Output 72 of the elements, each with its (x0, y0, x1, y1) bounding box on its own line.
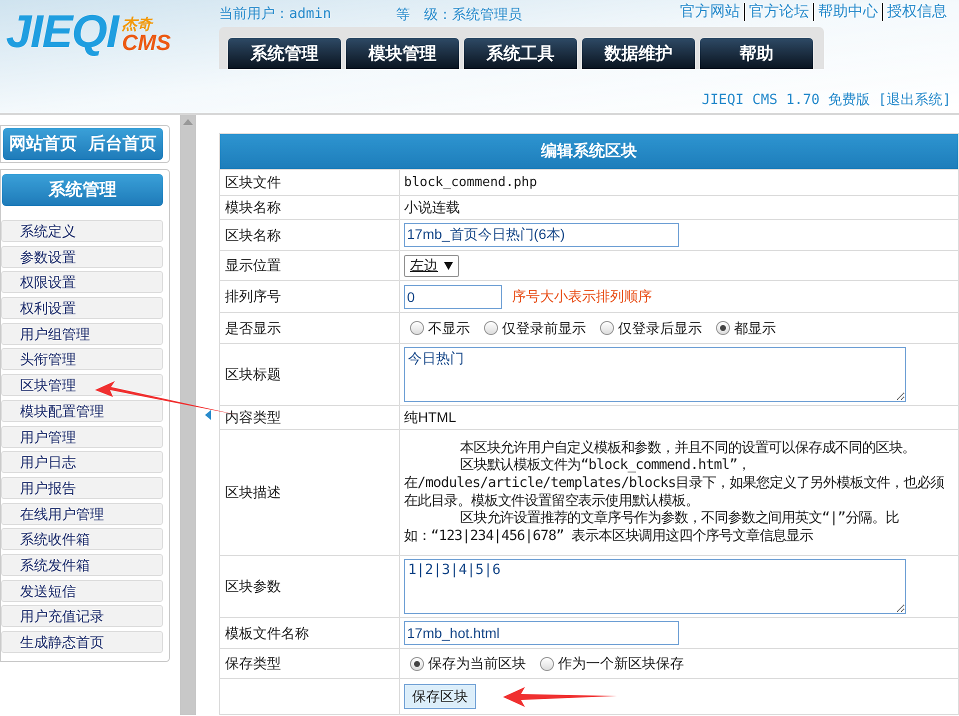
sidebar-item[interactable]: 用户组管理 (1, 322, 163, 345)
radio-button[interactable] (484, 321, 498, 335)
description-text: 区块默认模板文件为“block_commend.html”，在/modules/article/templates/blocks目录下，如果您定义了另外模板文件，也必须在此目录。模板文件设置留空表示使用默认模板。 (404, 457, 945, 510)
form-title: 编辑系统区块 (220, 134, 958, 169)
radio-button[interactable] (410, 321, 424, 335)
field-value: 小说连载 (404, 198, 460, 217)
field-label: 是否显示 (225, 318, 281, 338)
sidebar-item[interactable]: 用户管理 (1, 426, 163, 448)
collapse-icon[interactable] (204, 410, 211, 420)
field-label: 显示位置 (225, 256, 281, 275)
sidebar-item[interactable]: 用户充值记录 (1, 605, 163, 628)
sidebar-item[interactable]: 权利设置 (1, 297, 163, 320)
radio-label: 作为一个新区块保存 (558, 654, 684, 673)
sidebar-item[interactable]: 模块配置管理 (1, 400, 163, 422)
radio-label: 保存为当前区块 (428, 654, 526, 673)
nav-tab[interactable]: 系统工具 (464, 38, 577, 69)
field-label: 内容类型 (225, 408, 281, 427)
nav-tab[interactable]: 系统管理 (228, 38, 341, 69)
field-value: 纯HTML (404, 408, 456, 427)
radio-label: 不显示 (428, 318, 470, 338)
hint-text: 序号大小表示排列顺序 (512, 287, 652, 306)
input-field[interactable]: 17mb_首页今日热门(6本) (404, 223, 679, 247)
radio-label: 仅登录后显示 (618, 318, 702, 338)
radio-button[interactable] (540, 656, 554, 670)
sidebar-item[interactable]: 在线用户管理 (1, 502, 163, 525)
radio-label: 都显示 (734, 318, 776, 338)
field-label: 区块标题 (225, 365, 281, 384)
sidebar-item[interactable]: 发送短信 (1, 580, 163, 602)
nav-tab[interactable]: 数据维护 (582, 38, 695, 69)
input-field[interactable]: 17mb_hot.html (404, 621, 679, 645)
field-label: 模块名称 (225, 198, 281, 217)
nav-tab[interactable]: 帮助 (700, 38, 813, 69)
user-level-text: 等 级：系统管理员 (396, 5, 522, 24)
radio-button[interactable] (716, 321, 730, 335)
logout-link[interactable]: [退出系统] (878, 90, 951, 111)
sidebar-item[interactable]: 用户报告 (1, 476, 163, 499)
sidebar-top-link[interactable]: 网站首页 (8, 131, 77, 157)
radio-label: 仅登录前显示 (502, 318, 586, 338)
text-area[interactable]: 今日热门 (404, 347, 906, 402)
sidebar-top-link[interactable]: 后台首页 (88, 131, 157, 157)
field-label: 区块描述 (225, 483, 281, 502)
current-user-text: 当前用户：admin (219, 5, 332, 24)
sidebar-item[interactable]: 头衔管理 (1, 348, 163, 370)
description-text: 区块允许设置推荐的文章序号作为参数，不同参数之间用英文“|”分隔。比如：“123|234|456|678” 表示本区块调用这四个序号文章信息显示 (404, 510, 900, 546)
field-value: block_commend.php (404, 174, 538, 192)
description-text: 本区块允许用户自定义模板和参数，并且不同的设置可以保存成不同的区块。 (459, 440, 917, 457)
text-area[interactable]: 1|2|3|4|5|6 (404, 559, 906, 614)
sidebar-item[interactable]: 用户日志 (1, 451, 163, 474)
version-text: JIEQI CMS 1.70 免费版 (702, 91, 870, 110)
field-label: 保存类型 (225, 654, 281, 673)
scroll-up-icon[interactable] (182, 119, 193, 125)
caret-icon (444, 262, 453, 270)
sidebar-item[interactable]: 区块管理 (1, 374, 163, 396)
sidebar-section-title: 系统管理 (2, 174, 163, 206)
save-button[interactable]: 保存区块 (404, 684, 476, 709)
field-label: 区块名称 (225, 226, 281, 244)
field-label: 排列序号 (225, 287, 281, 306)
scrollbar[interactable] (180, 115, 196, 715)
radio-button[interactable] (410, 656, 424, 670)
sidebar-item[interactable]: 参数设置 (1, 246, 163, 268)
nav-tab[interactable]: 模块管理 (346, 38, 459, 69)
field-label: 区块参数 (225, 577, 281, 596)
sidebar-item[interactable]: 系统发件箱 (1, 554, 163, 576)
field-label: 模板文件名称 (225, 624, 309, 642)
dropdown[interactable]: 左边 (404, 254, 459, 276)
radio-button[interactable] (600, 321, 614, 335)
sidebar-item[interactable]: 系统定义 (1, 220, 163, 242)
input-field[interactable]: 0 (404, 284, 502, 308)
sidebar-item[interactable]: 权限设置 (1, 271, 163, 294)
sidebar-item[interactable]: 系统收件箱 (1, 528, 163, 550)
field-label: 区块文件 (225, 173, 281, 192)
sidebar-item[interactable]: 生成静态首页 (1, 631, 163, 653)
